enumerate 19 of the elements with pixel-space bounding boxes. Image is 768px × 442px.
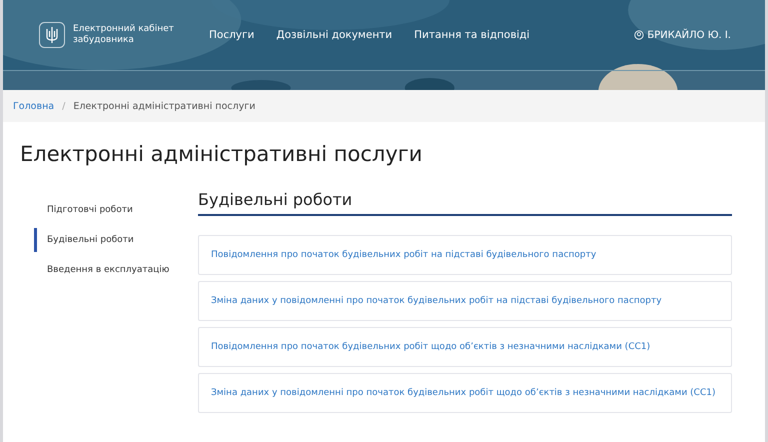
nav-link[interactable]: Послуги: [209, 29, 254, 41]
service-link-card[interactable]: Повідомлення про початок будівельних робіт щодо об’єктів з незначними наслідками (СС1): [198, 327, 732, 367]
breadcrumb-current: Електронні адміністративні послуги: [73, 100, 256, 112]
sidebar-item[interactable]: Будівельні роботи: [34, 228, 198, 252]
page-title: Електронні адміністративні послуги: [20, 142, 424, 166]
site-title[interactable]: Електронний кабінет забудовника: [73, 24, 193, 46]
breadcrumb-separator: /: [62, 100, 66, 112]
section-title: Будівельні роботи: [198, 190, 732, 216]
service-link-card[interactable]: Зміна даних у повідомленні про початок будівельних робіт на підставі будівельного паспорту: [198, 281, 732, 321]
breadcrumb-link[interactable]: Головна: [13, 100, 54, 112]
nav-link[interactable]: Дозвільні документи: [276, 29, 392, 41]
service-link-card[interactable]: Повідомлення про початок будівельних робіт на підставі будівельного паспорту: [198, 235, 732, 275]
user-name[interactable]: БРИКАЙЛО Ю. І.: [647, 30, 731, 40]
nav-link[interactable]: Питання та відповіді: [414, 29, 530, 41]
sidebar-item[interactable]: Введення в експлуатацію: [20, 258, 198, 282]
trident-icon[interactable]: [39, 22, 65, 48]
sidebar-item[interactable]: Підготовчі роботи: [20, 198, 198, 222]
user-icon: [634, 30, 644, 40]
service-link-card[interactable]: Зміна даних у повідомленні про початок будівельних робіт щодо об’єктів з незначними наслідками (СС1): [198, 373, 732, 413]
